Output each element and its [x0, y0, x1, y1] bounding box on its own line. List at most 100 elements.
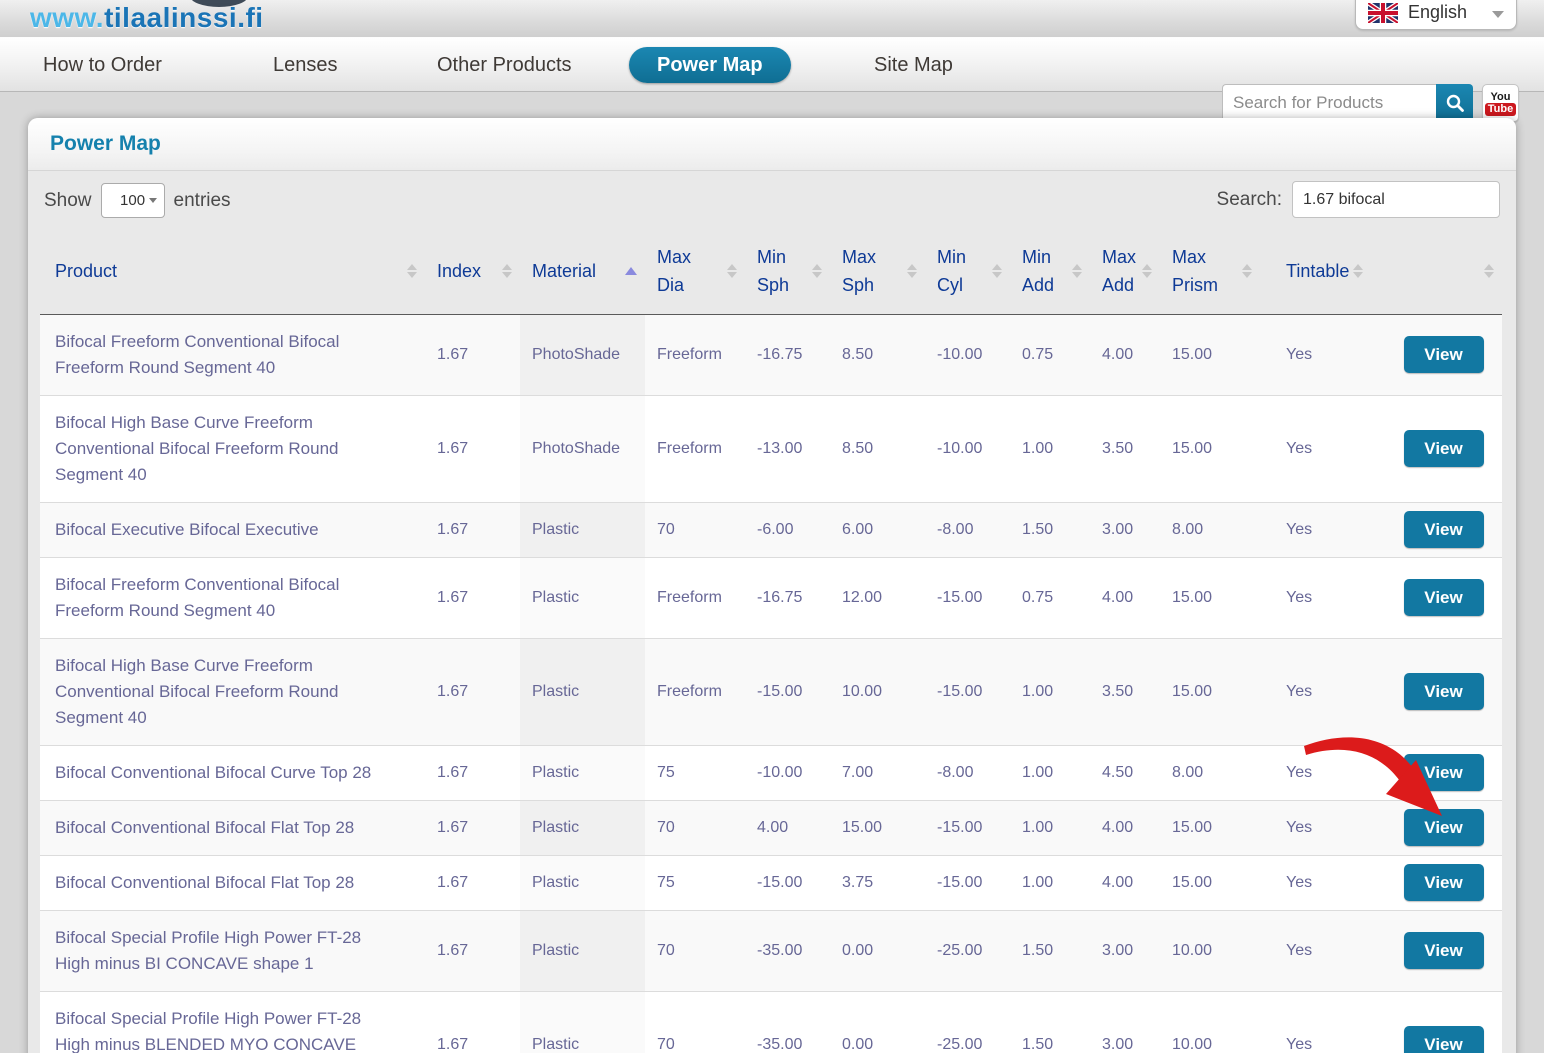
- cell-index: 1.67: [425, 314, 520, 395]
- cell-min-sph: -13.00: [745, 395, 830, 502]
- table-body: Bifocal Freeform Conventional Bifocal Fr…: [40, 314, 1502, 1053]
- table-row: Bifocal High Base Curve Freeform Convent…: [40, 395, 1502, 502]
- sort-icon: [992, 264, 1002, 278]
- cell-min-sph: -10.00: [745, 745, 830, 800]
- cell-max-sph: 15.00: [830, 800, 925, 855]
- cell-tintable: Yes: [1260, 910, 1385, 991]
- cell-product: Bifocal Conventional Bifocal Flat Top 28: [40, 855, 425, 910]
- logo-domain: tilaalinssi.fi: [104, 2, 264, 33]
- cell-min-add: 1.50: [1010, 502, 1090, 557]
- cell-max-prism: 10.00: [1160, 910, 1260, 991]
- cell-max-sph: 12.00: [830, 557, 925, 638]
- nav-item-other-products[interactable]: Other Products: [437, 38, 572, 93]
- column-header-min-cyl[interactable]: Min Cyl: [925, 229, 1010, 314]
- main-navigation: How to Order Lenses Other Products Power…: [0, 37, 1544, 92]
- view-button[interactable]: View: [1404, 673, 1484, 710]
- cell-max-sph: 8.50: [830, 395, 925, 502]
- youtube-you-text: You: [1491, 91, 1511, 103]
- cell-tintable: Yes: [1260, 502, 1385, 557]
- cell-min-cyl: -25.00: [925, 910, 1010, 991]
- page-title: Power Map: [50, 132, 161, 156]
- sort-icon: [1142, 264, 1152, 278]
- column-header-max-sph[interactable]: Max Sph: [830, 229, 925, 314]
- cell-action: View: [1385, 745, 1502, 800]
- cell-min-add: 1.00: [1010, 800, 1090, 855]
- cell-tintable: Yes: [1260, 745, 1385, 800]
- cell-min-cyl: -10.00: [925, 314, 1010, 395]
- column-header-index[interactable]: Index: [425, 229, 520, 314]
- cell-tintable: Yes: [1260, 855, 1385, 910]
- cell-action: View: [1385, 502, 1502, 557]
- sort-icon: [407, 264, 417, 278]
- cell-material: Plastic: [520, 745, 645, 800]
- nav-item-site-map[interactable]: Site Map: [874, 38, 953, 93]
- cell-index: 1.67: [425, 638, 520, 745]
- language-selector[interactable]: English: [1355, 0, 1517, 30]
- cell-action: View: [1385, 800, 1502, 855]
- cell-material: Plastic: [520, 910, 645, 991]
- view-button[interactable]: View: [1404, 511, 1484, 548]
- column-header-product[interactable]: Product: [40, 229, 425, 314]
- product-search-input[interactable]: [1222, 84, 1436, 122]
- cell-min-sph: -15.00: [745, 855, 830, 910]
- column-header-actions[interactable]: [1385, 229, 1502, 314]
- cell-max-add: 4.00: [1090, 800, 1160, 855]
- column-header-material[interactable]: Material: [520, 229, 645, 314]
- view-button[interactable]: View: [1404, 809, 1484, 846]
- table-search-input[interactable]: [1292, 181, 1500, 218]
- cell-min-sph: -35.00: [745, 991, 830, 1053]
- youtube-icon[interactable]: You Tube: [1482, 84, 1519, 122]
- sort-ascending-icon: [625, 267, 637, 275]
- table-row: Bifocal Special Profile High Power FT-28…: [40, 910, 1502, 991]
- nav-item-power-map[interactable]: Power Map: [629, 47, 791, 83]
- cell-min-sph: 4.00: [745, 800, 830, 855]
- cell-product: Bifocal Special Profile High Power FT-28…: [40, 991, 425, 1053]
- view-button[interactable]: View: [1404, 754, 1484, 791]
- nav-item-how-to-order[interactable]: How to Order: [43, 38, 162, 93]
- view-button[interactable]: View: [1404, 430, 1484, 467]
- cell-index: 1.67: [425, 910, 520, 991]
- cell-min-cyl: -15.00: [925, 557, 1010, 638]
- cell-action: View: [1385, 910, 1502, 991]
- cell-min-add: 0.75: [1010, 557, 1090, 638]
- view-button[interactable]: View: [1404, 336, 1484, 373]
- cell-max-add: 3.50: [1090, 638, 1160, 745]
- cell-min-add: 1.50: [1010, 910, 1090, 991]
- column-header-min-add[interactable]: Min Add: [1010, 229, 1090, 314]
- view-button[interactable]: View: [1404, 864, 1484, 901]
- cell-product: Bifocal Executive Bifocal Executive: [40, 502, 425, 557]
- cell-max-dia: Freeform: [645, 557, 745, 638]
- search-button[interactable]: [1436, 84, 1473, 122]
- cell-min-sph: -16.75: [745, 557, 830, 638]
- language-label: English: [1408, 2, 1492, 23]
- show-entries-group: Show 100 entries: [44, 183, 231, 218]
- column-header-tintable[interactable]: Tintable: [1260, 229, 1385, 314]
- cell-max-dia: 70: [645, 800, 745, 855]
- table-row: Bifocal Special Profile High Power FT-28…: [40, 991, 1502, 1053]
- cell-max-prism: 15.00: [1160, 395, 1260, 502]
- table-row: Bifocal Freeform Conventional Bifocal Fr…: [40, 314, 1502, 395]
- view-button[interactable]: View: [1404, 579, 1484, 616]
- cell-product: Bifocal Freeform Conventional Bifocal Fr…: [40, 557, 425, 638]
- view-button[interactable]: View: [1404, 1026, 1484, 1053]
- column-header-max-dia[interactable]: Max Dia: [645, 229, 745, 314]
- nav-item-lenses[interactable]: Lenses: [273, 38, 338, 93]
- sort-icon: [1484, 264, 1494, 278]
- view-button[interactable]: View: [1404, 932, 1484, 969]
- cell-index: 1.67: [425, 395, 520, 502]
- cell-tintable: Yes: [1260, 557, 1385, 638]
- column-header-min-sph[interactable]: Min Sph: [745, 229, 830, 314]
- column-header-max-add[interactable]: Max Add: [1090, 229, 1160, 314]
- cell-tintable: Yes: [1260, 800, 1385, 855]
- cell-product: Bifocal High Base Curve Freeform Convent…: [40, 395, 425, 502]
- entries-select[interactable]: 100: [101, 183, 165, 218]
- sort-icon: [1353, 264, 1363, 278]
- column-header-max-prism[interactable]: Max Prism: [1160, 229, 1260, 314]
- table-controls: Show 100 entries Search:: [28, 171, 1516, 229]
- power-map-panel: Power Map Show 100 entries Search: Produ…: [28, 118, 1516, 1053]
- cell-max-sph: 0.00: [830, 910, 925, 991]
- site-logo[interactable]: www.tilaalinssi.fi: [30, 2, 264, 34]
- cell-max-prism: 15.00: [1160, 800, 1260, 855]
- chevron-down-icon: [149, 198, 157, 203]
- cell-index: 1.67: [425, 800, 520, 855]
